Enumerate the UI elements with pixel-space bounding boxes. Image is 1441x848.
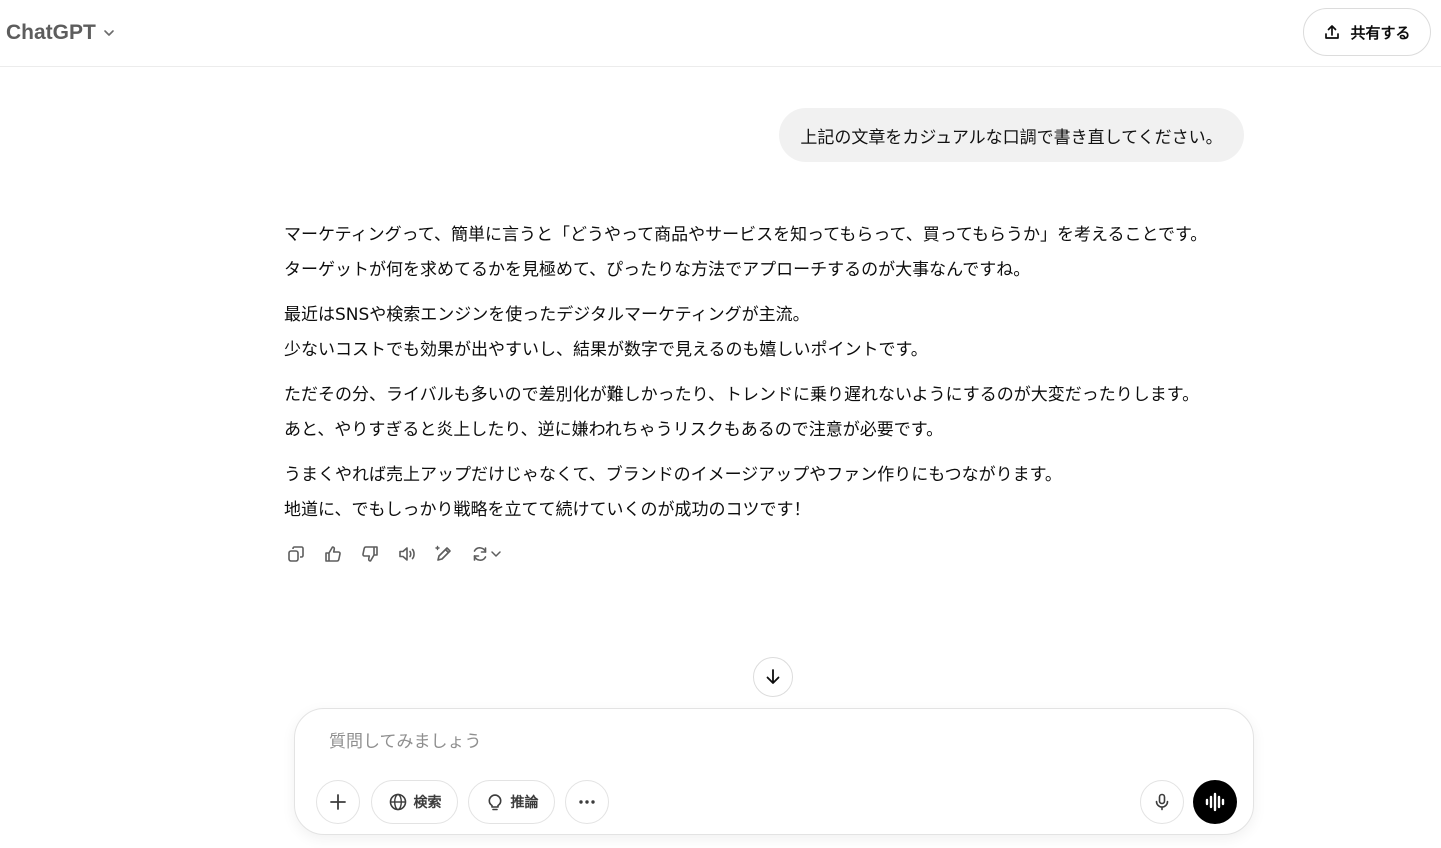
- assistant-line: 少ないコストでも効果が出やすいし、結果が数字で見えるのも嬉しいポイントです。: [284, 340, 928, 360]
- reason-label: 推論: [510, 795, 539, 811]
- voice-waveform-icon: [1205, 792, 1225, 812]
- regenerate-icon: [473, 547, 487, 561]
- model-name: ChatGPT: [6, 21, 96, 44]
- assistant-line: 最近はSNSや検索エンジンを使ったデジタルマーケティングが主流。: [284, 305, 810, 325]
- more-tools-button[interactable]: [565, 780, 609, 824]
- more-horizontal-icon: [579, 800, 595, 804]
- chevron-down-icon: [104, 30, 114, 36]
- prompt-composer: 検索 推論: [294, 708, 1254, 835]
- assistant-paragraph: 最近はSNSや検索エンジンを使ったデジタルマーケティングが主流。 少ないコストで…: [284, 298, 1184, 368]
- edit-in-canvas-button[interactable]: [432, 542, 456, 566]
- assistant-line: ターゲットが何を求めてるかを見極めて、ぴったりな方法でアプローチするのが大事なん…: [284, 260, 1031, 280]
- assistant-paragraph: うまくやれば売上アップだけじゃなくて、ブランドのイメージアップやファン作りにもつ…: [284, 458, 1184, 528]
- bad-response-button[interactable]: [358, 542, 382, 566]
- top-bar: ChatGPT 共有する: [0, 0, 1441, 67]
- user-message-bubble: 上記の文章をカジュアルな口調で書き直してください。: [779, 108, 1244, 162]
- attach-button[interactable]: [316, 780, 360, 824]
- search-label: 検索: [413, 795, 442, 811]
- reason-button[interactable]: 推論: [468, 780, 555, 824]
- share-button[interactable]: 共有する: [1303, 8, 1431, 56]
- read-aloud-button[interactable]: [395, 542, 419, 566]
- thumbs-up-icon: [325, 546, 341, 562]
- scroll-to-bottom-button[interactable]: [753, 657, 793, 697]
- prompt-input[interactable]: [329, 729, 1209, 755]
- read-aloud-icon: [399, 547, 415, 561]
- assistant-line: うまくやれば売上アップだけじゃなくて、ブランドのイメージアップやファン作りにもつ…: [284, 465, 1062, 485]
- chevron-down-icon: [491, 551, 501, 557]
- dictate-button[interactable]: [1140, 780, 1184, 824]
- good-response-button[interactable]: [321, 542, 345, 566]
- globe-icon: [389, 793, 406, 811]
- thumbs-down-icon: [362, 546, 378, 562]
- assistant-line: 地道に、でもしっかり戦略を立てて続けていくのが成功のコツです！: [284, 500, 811, 520]
- voice-mode-button[interactable]: [1193, 780, 1237, 824]
- assistant-message: マーケティングって、簡単に言うと「どうやって商品やサービスを知ってもらって、買っ…: [284, 218, 1208, 538]
- message-actions: [284, 542, 503, 566]
- share-label: 共有する: [1350, 23, 1411, 42]
- assistant-line: ただその分、ライバルも多いので差別化が難しかったり、トレンドに乗り遅れないように…: [284, 385, 1200, 405]
- upload-icon: [1325, 25, 1340, 39]
- plus-icon: [330, 794, 346, 810]
- microphone-icon: [1155, 793, 1169, 811]
- assistant-line: マーケティングって、簡単に言うと「どうやって商品やサービスを知ってもらって、買っ…: [284, 225, 1208, 245]
- search-button[interactable]: 検索: [371, 780, 458, 824]
- arrow-down-icon: [766, 669, 780, 684]
- model-selector[interactable]: ChatGPT: [6, 18, 116, 48]
- edit-icon: [435, 545, 451, 561]
- regenerate-button[interactable]: [469, 542, 503, 566]
- copy-button[interactable]: [284, 542, 308, 566]
- assistant-paragraph: ただその分、ライバルも多いので差別化が難しかったり、トレンドに乗り遅れないように…: [284, 378, 1200, 448]
- assistant-line: あと、やりすぎると炎上したり、逆に嫌われちゃうリスクもあるので注意が必要です。: [284, 420, 944, 440]
- assistant-paragraph: マーケティングって、簡単に言うと「どうやって商品やサービスを知ってもらって、買っ…: [284, 218, 1208, 288]
- copy-icon: [288, 546, 304, 562]
- user-message-text: 上記の文章をカジュアルな口調で書き直してください。: [800, 127, 1223, 148]
- lightbulb-icon: [488, 794, 501, 811]
